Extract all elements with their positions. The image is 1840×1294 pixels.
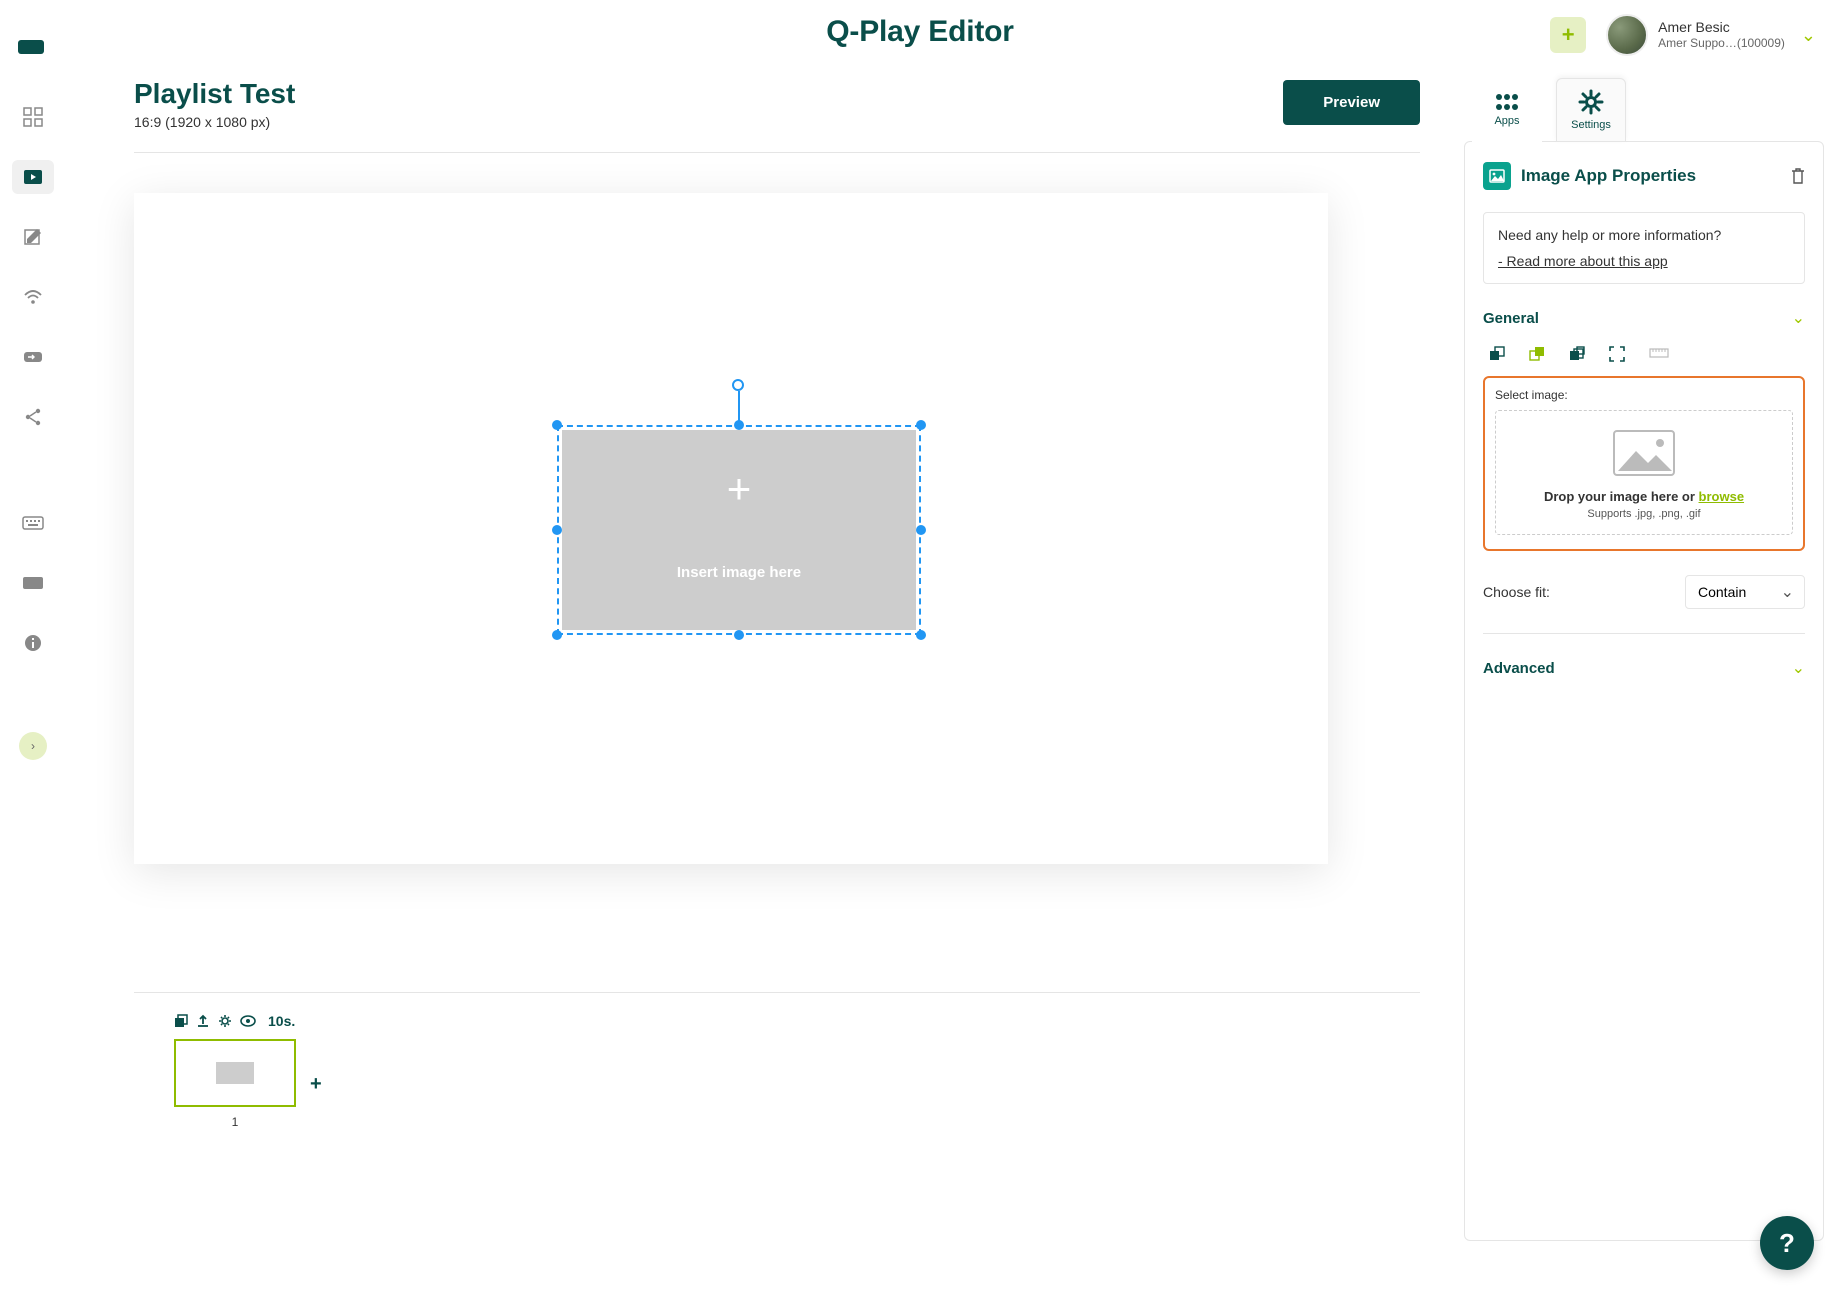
select-image-label: Select image:: [1495, 388, 1793, 402]
image-app-icon: [1483, 162, 1511, 190]
resize-handle-mr[interactable]: [916, 525, 926, 535]
slide-duration: 10s.: [268, 1013, 295, 1029]
image-dropzone[interactable]: Drop your image here or browse Supports …: [1495, 410, 1793, 535]
brand-logo: [18, 40, 44, 54]
sidebar-collapse-button[interactable]: ›: [19, 732, 47, 760]
eye-icon[interactable]: [240, 1015, 256, 1027]
user-menu[interactable]: Amer Besic Amer Suppo…(100009) ⌄: [1606, 14, 1816, 56]
chevron-down-icon: ⌄: [1792, 658, 1805, 678]
fit-label: Choose fit:: [1483, 584, 1550, 600]
dropzone-text: Drop your image here or: [1544, 489, 1699, 504]
section-general-toggle[interactable]: General ⌄: [1483, 308, 1805, 328]
tab-apps-label: Apps: [1494, 115, 1519, 127]
app-title: Q-Play Editor: [826, 15, 1013, 49]
fullscreen-icon[interactable]: [1609, 346, 1625, 362]
bring-forward-icon[interactable]: [1529, 346, 1545, 362]
info-icon[interactable]: [12, 626, 54, 660]
slide-canvas[interactable]: + Insert image here: [134, 193, 1328, 864]
browse-link[interactable]: browse: [1699, 489, 1745, 504]
playlist-dimensions: 16:9 (1920 x 1080 px): [134, 114, 295, 130]
right-panel: Apps Settings Image App Properties Need …: [1464, 78, 1824, 1264]
upload-icon[interactable]: [196, 1014, 210, 1028]
rotate-handle-line: [738, 391, 740, 423]
swap-icon[interactable]: [12, 340, 54, 374]
dimensions-icon[interactable]: [1649, 346, 1669, 362]
wifi-icon[interactable]: [12, 280, 54, 314]
gear-icon[interactable]: [218, 1014, 232, 1028]
resize-handle-ml[interactable]: [552, 525, 562, 535]
card-icon[interactable]: [12, 566, 54, 600]
properties-title: Image App Properties: [1521, 166, 1781, 186]
main-area: Playlist Test 16:9 (1920 x 1080 px) Prev…: [134, 78, 1420, 1284]
edit-icon[interactable]: [12, 220, 54, 254]
send-to-back-icon[interactable]: [1569, 346, 1585, 362]
delete-app-button[interactable]: [1791, 168, 1805, 184]
add-slide-button[interactable]: +: [310, 1073, 322, 1096]
preview-button[interactable]: Preview: [1283, 80, 1420, 125]
fit-select[interactable]: Contain: [1685, 575, 1805, 609]
tab-settings-label: Settings: [1571, 119, 1611, 131]
select-image-section: Select image: Drop your image here or br…: [1483, 376, 1805, 551]
add-button[interactable]: +: [1550, 17, 1586, 53]
user-sub: Amer Suppo…(100009): [1658, 36, 1785, 50]
resize-handle-bm[interactable]: [734, 630, 744, 640]
section-general-title: General: [1483, 310, 1539, 327]
media-icon[interactable]: [12, 160, 54, 194]
user-name: Amer Besic: [1658, 19, 1785, 36]
tab-settings[interactable]: Settings: [1556, 78, 1626, 142]
help-link[interactable]: - Read more about this app: [1498, 253, 1790, 269]
chevron-down-icon: ⌄: [1801, 25, 1816, 46]
avatar: [1606, 14, 1648, 56]
apps-grid-icon: [1495, 93, 1519, 111]
gear-icon: [1578, 89, 1604, 115]
left-sidebar: ›: [0, 90, 66, 760]
playlist-title: Playlist Test: [134, 78, 295, 110]
help-fab[interactable]: ?: [1760, 1216, 1814, 1270]
timeline-slide-thumb[interactable]: [174, 1039, 296, 1107]
slide-index: 1: [174, 1115, 296, 1129]
resize-handle-tr[interactable]: [916, 420, 926, 430]
dropzone-subtext: Supports .jpg, .png, .gif: [1506, 508, 1782, 520]
timeline: 10s. 1 +: [134, 992, 1420, 1159]
section-advanced-title: Advanced: [1483, 660, 1555, 677]
thumb-placeholder-icon: [216, 1062, 254, 1084]
share-icon[interactable]: [12, 400, 54, 434]
tab-apps[interactable]: Apps: [1472, 78, 1542, 142]
help-box: Need any help or more information? - Rea…: [1483, 212, 1805, 284]
dashboard-icon[interactable]: [12, 100, 54, 134]
keyboard-icon[interactable]: [12, 506, 54, 540]
section-advanced-toggle[interactable]: Advanced ⌄: [1483, 658, 1805, 678]
fit-value: Contain: [1698, 584, 1746, 600]
insert-image-label: Insert image here: [562, 564, 916, 581]
image-app-placeholder[interactable]: + Insert image here: [562, 430, 916, 630]
send-backward-icon[interactable]: [1489, 346, 1505, 362]
chevron-down-icon: ⌄: [1792, 308, 1805, 328]
insert-plus-icon: +: [562, 468, 916, 510]
resize-handle-bl[interactable]: [552, 630, 562, 640]
rotate-handle[interactable]: [732, 379, 744, 391]
resize-handle-tl[interactable]: [552, 420, 562, 430]
top-bar: Q-Play Editor + Amer Besic Amer Suppo…(1…: [0, 0, 1840, 64]
image-placeholder-icon: [1612, 429, 1676, 477]
layer-icon[interactable]: [174, 1014, 188, 1028]
help-question: Need any help or more information?: [1498, 227, 1790, 243]
resize-handle-br[interactable]: [916, 630, 926, 640]
